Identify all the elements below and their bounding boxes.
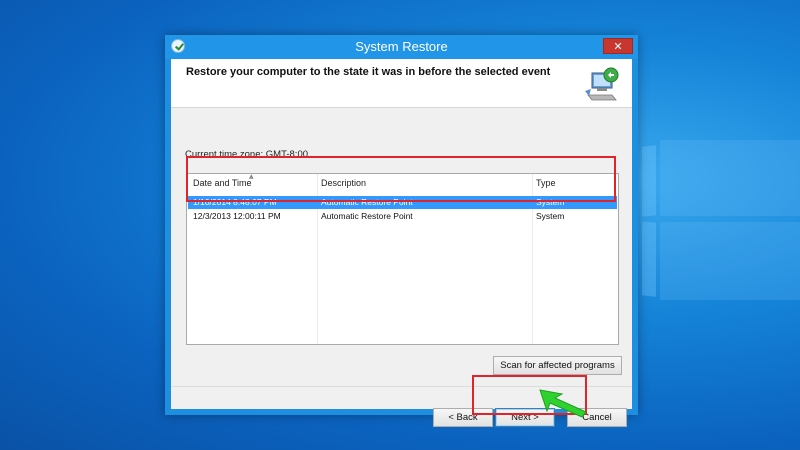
row-type: System (536, 211, 565, 221)
row-description: Automatic Restore Point (321, 211, 413, 221)
table-row[interactable]: 12/3/2013 12:00:11 PM Automatic Restore … (188, 210, 617, 223)
row-date: 12/3/2013 12:00:11 PM (193, 211, 281, 221)
list-header: Date and Time ▲ Description Type (187, 173, 618, 193)
computer-restore-icon (585, 67, 619, 101)
scan-affected-programs-button[interactable]: Scan for affected programs (493, 356, 622, 375)
footer-divider (171, 386, 632, 387)
sort-indicator-icon: ▲ (249, 173, 254, 180)
column-header-description[interactable]: Description (321, 178, 366, 188)
cancel-button[interactable]: Cancel (567, 408, 627, 427)
title-bar[interactable]: System Restore ✕ (165, 35, 638, 59)
column-header-date[interactable]: Date and Time (193, 178, 252, 188)
back-button[interactable]: < Back (433, 408, 493, 427)
windows-logo-tile (660, 140, 800, 216)
dialog-header: Restore your computer to the state it wa… (171, 59, 632, 108)
row-type: System (536, 197, 565, 207)
row-description: Automatic Restore Point (321, 197, 413, 207)
restore-points-list[interactable]: Date and Time ▲ Description Type 1/10/20… (186, 173, 619, 345)
windows-logo-tile (642, 145, 656, 217)
row-date: 1/10/2014 8:48:07 PM (193, 197, 277, 207)
windows-logo-tile (660, 222, 800, 300)
next-button[interactable]: Next > (495, 408, 555, 427)
timezone-label: Current time zone: GMT-8:00 (185, 149, 309, 160)
column-header-type[interactable]: Type (536, 178, 556, 188)
dialog-body: Restore your computer to the state it wa… (171, 59, 632, 427)
table-row[interactable]: 1/10/2014 8:48:07 PM Automatic Restore P… (188, 196, 617, 209)
windows-logo-tile (642, 221, 656, 297)
header-text: Restore your computer to the state it wa… (186, 66, 551, 78)
window-title: System Restore (355, 39, 448, 54)
close-button[interactable]: ✕ (603, 38, 633, 54)
system-restore-window: System Restore ✕ Restore your computer t… (165, 35, 638, 427)
